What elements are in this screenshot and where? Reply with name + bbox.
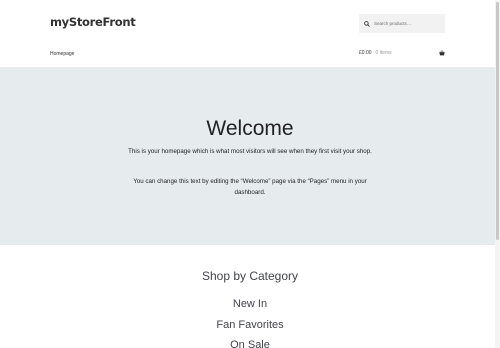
site-title[interactable]: myStoreFront	[50, 15, 136, 29]
nav-item-homepage[interactable]: Homepage	[50, 51, 74, 57]
hero-paragraph: This is your homepage which is what most…	[128, 148, 372, 155]
cart-count: 0 items	[375, 50, 392, 56]
search-input[interactable]	[374, 21, 444, 26]
hero-paragraph: You can change this text by editing the …	[133, 178, 367, 196]
cart-link[interactable]: £0.00 0 items	[359, 50, 445, 56]
basket-icon	[439, 50, 445, 56]
cart-total: £0.00	[359, 50, 372, 56]
category-link[interactable]: On Sale	[0, 339, 500, 348]
section-title: Shop by Category	[201, 269, 299, 283]
site-header: myStoreFront Homepage £0.00 0 items	[0, 0, 500, 68]
search-box[interactable]	[359, 14, 445, 33]
scrollbar[interactable]	[495, 0, 500, 348]
hero-title: Welcome	[206, 117, 294, 140]
category-link[interactable]: Fan Favorites	[0, 319, 500, 331]
search-icon	[364, 20, 370, 27]
category-link[interactable]: New In	[0, 298, 500, 310]
scrollbar-thumb[interactable]	[496, 2, 499, 240]
